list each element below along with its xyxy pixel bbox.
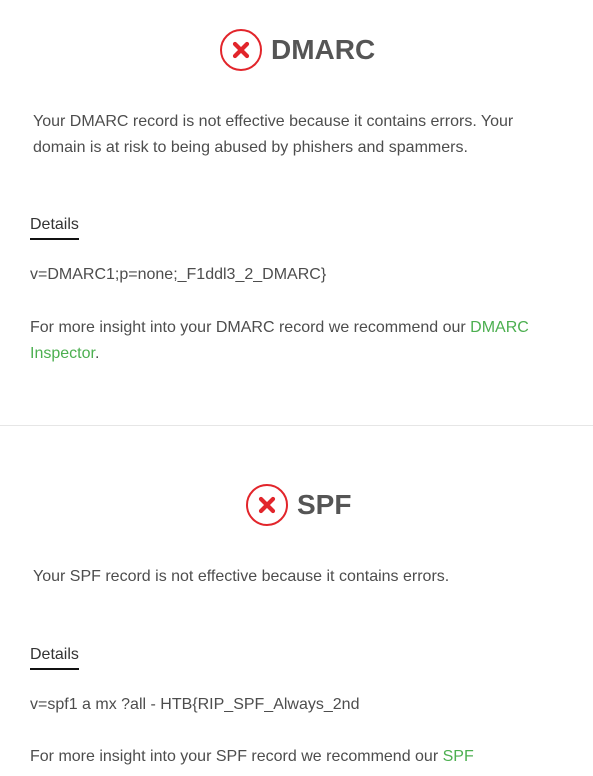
dmarc-insight-text: For more insight into your DMARC record … (30, 315, 565, 367)
dmarc-section: DMARC Your DMARC record is not effective… (0, 0, 593, 425)
dmarc-heading: DMARC (220, 27, 375, 73)
dmarc-record-value: v=DMARC1;p=none;_F1ddl3_2_DMARC} (30, 266, 327, 283)
spf-insight-text: For more insight into your SPF record we… (30, 744, 565, 770)
x-circle-icon (220, 29, 262, 71)
spf-record-value: v=spf1 a mx ?all - HTB{RIP_SPF_Always_2n… (30, 696, 360, 713)
dmarc-description: Your DMARC record is not effective becau… (33, 113, 514, 156)
spf-details-label: Details (30, 645, 79, 670)
spf-section: SPF Your SPF record is not effective bec… (0, 426, 593, 776)
dmarc-insight-prefix: For more insight into your DMARC record … (30, 319, 471, 336)
dmarc-title: DMARC (271, 34, 376, 65)
spf-insight-prefix: For more insight into your SPF record we… (30, 748, 443, 765)
dmarc-insight-suffix: . (94, 345, 100, 362)
spf-title: SPF (297, 489, 352, 520)
x-circle-icon (246, 484, 288, 526)
spf-description: Your SPF record is not effective because… (33, 568, 450, 585)
spf-link[interactable]: SPF (443, 748, 474, 765)
dmarc-details-label: Details (30, 215, 79, 240)
spf-heading: SPF (246, 482, 351, 528)
